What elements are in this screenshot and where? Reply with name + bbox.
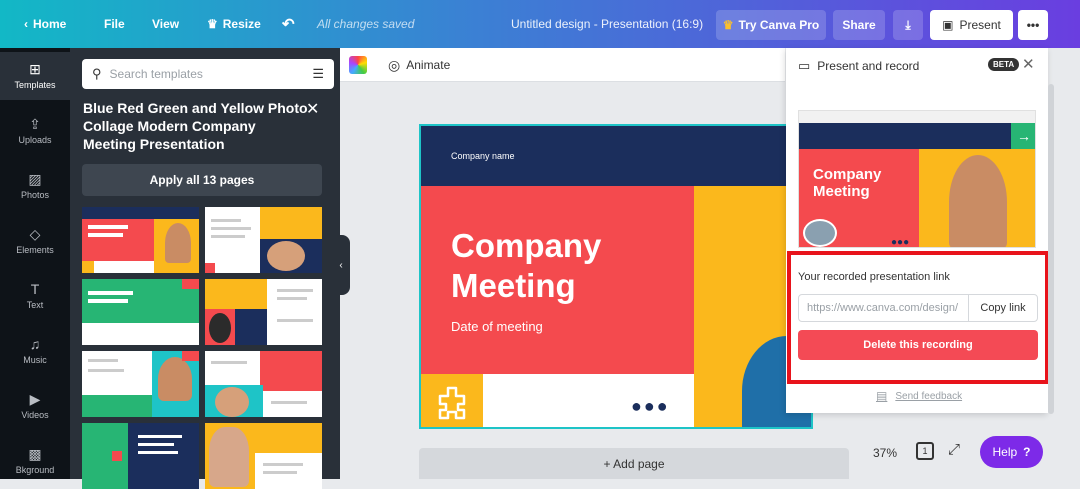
download-icon: ⤓ xyxy=(905,17,911,32)
elements-icon: ◇ xyxy=(29,226,41,242)
puzzle-icon xyxy=(438,386,466,420)
document-title[interactable]: Untitled design - Presentation (16:9) xyxy=(511,0,703,48)
search-input[interactable] xyxy=(109,67,305,81)
background-icon: ▩ xyxy=(28,446,42,462)
template-thumbnail[interactable] xyxy=(205,279,322,345)
delete-recording-button[interactable]: Delete this recording xyxy=(798,330,1038,360)
collapse-panel-button[interactable]: ‹ xyxy=(332,235,350,295)
music-icon: ♫ xyxy=(29,336,41,352)
upload-icon: ⇪ xyxy=(29,116,41,132)
template-thumbnail[interactable] xyxy=(82,423,199,489)
photo-icon: ▨ xyxy=(28,171,42,187)
undo-icon[interactable]: ↶ xyxy=(282,0,295,48)
view-menu[interactable]: View xyxy=(152,0,179,48)
templates-panel: ⚲ ☰ Blue Red Green and Yellow Photo Coll… xyxy=(70,48,340,489)
recording-link-field[interactable] xyxy=(798,294,969,322)
presenter-avatar xyxy=(803,219,837,247)
slide-company-name[interactable]: Company name xyxy=(451,151,515,161)
slide-canvas[interactable]: Company name Company Meeting Date of mee… xyxy=(419,124,813,429)
help-button[interactable]: Help ? xyxy=(980,436,1043,468)
more-options-button[interactable]: ••• xyxy=(1018,10,1048,40)
present-icon: ▣ xyxy=(942,18,954,32)
video-icon: ▶ xyxy=(29,391,41,407)
save-status: All changes saved xyxy=(317,17,415,31)
slide-heading[interactable]: Company Meeting xyxy=(451,226,601,306)
template-title: Blue Red Green and Yellow Photo Collage … xyxy=(83,100,308,152)
recording-preview[interactable]: → Company Meeting ●●● xyxy=(798,110,1036,248)
slide-yellow-tile xyxy=(421,374,483,427)
try-canva-pro-button[interactable]: ♛ Try Canva Pro xyxy=(716,10,826,40)
close-icon[interactable]: ✕ xyxy=(306,99,319,119)
preview-dots: ●●● xyxy=(891,237,910,248)
crown-icon: ♛ xyxy=(722,18,734,32)
recorded-link-label: Your recorded presentation link xyxy=(798,271,950,283)
feedback-icon: ▤ xyxy=(876,389,888,403)
rail-background[interactable]: ▩ Bkground xyxy=(0,437,70,485)
template-thumbnail[interactable] xyxy=(82,207,199,273)
rail-uploads[interactable]: ⇪ Uploads xyxy=(0,107,70,155)
filter-icon[interactable]: ☰ xyxy=(312,66,324,82)
template-thumbnail[interactable] xyxy=(82,351,199,417)
share-button[interactable]: Share xyxy=(833,10,885,40)
text-icon: T xyxy=(30,281,40,297)
rail-videos[interactable]: ▶ Videos xyxy=(0,382,70,430)
search-icon: ⚲ xyxy=(92,66,102,81)
animate-button[interactable]: ◎ Animate xyxy=(388,48,450,82)
template-thumbnail[interactable] xyxy=(205,207,322,273)
templates-icon: ⊞ xyxy=(29,61,41,77)
rail-text[interactable]: T Text xyxy=(0,272,70,320)
beta-badge: BETA xyxy=(988,58,1020,71)
rail-elements[interactable]: ◇ Elements xyxy=(0,217,70,265)
zoom-level[interactable]: 37% xyxy=(873,446,897,460)
rail-music[interactable]: ♫ Music xyxy=(0,327,70,375)
animate-icon: ◎ xyxy=(388,56,401,73)
rail-templates[interactable]: ⊞ Templates xyxy=(0,52,70,100)
editor-toolbar: ◎ Animate xyxy=(340,48,785,82)
scrollbar[interactable] xyxy=(1048,84,1054,414)
sparkle-icon: ♛ xyxy=(207,17,218,31)
template-thumbnail[interactable] xyxy=(82,279,199,345)
download-button[interactable]: ⤓ xyxy=(893,10,923,40)
fullscreen-icon[interactable]: ⤢ xyxy=(948,441,960,458)
chevron-left-icon: ‹ xyxy=(24,17,28,31)
apply-all-pages-button[interactable]: Apply all 13 pages xyxy=(82,164,322,196)
add-page-button[interactable]: + Add page xyxy=(419,448,849,479)
close-icon[interactable]: ✕ xyxy=(1022,55,1035,73)
recording-link-card: Your recorded presentation link Copy lin… xyxy=(790,248,1046,388)
template-thumbnail[interactable] xyxy=(205,423,322,489)
preview-heading: Company Meeting xyxy=(813,166,882,200)
side-rail: ⊞ Templates ⇪ Uploads ▨ Photos ◇ Element… xyxy=(0,48,70,479)
send-feedback-link[interactable]: ▤ Send feedback xyxy=(876,389,962,403)
color-picker-icon[interactable] xyxy=(349,56,367,74)
top-bar: ‹ Home File View ♛ Resize ↶ All changes … xyxy=(0,0,1080,48)
home-button[interactable]: ‹ Home xyxy=(24,0,66,48)
rail-photos[interactable]: ▨ Photos xyxy=(0,162,70,210)
file-menu[interactable]: File xyxy=(104,0,125,48)
slide-dots: ●●● xyxy=(631,396,670,416)
chevron-left-icon: ‹ xyxy=(339,259,343,271)
search-box[interactable]: ⚲ ☰ xyxy=(82,59,334,89)
copy-link-button[interactable]: Copy link xyxy=(968,294,1038,322)
present-record-panel: ▭ Present and record BETA ✕ → Company Me… xyxy=(786,48,1048,413)
arrow-right-icon: → xyxy=(1011,123,1035,149)
page-indicator[interactable]: 1 xyxy=(916,442,934,460)
template-thumbnail[interactable] xyxy=(205,351,322,417)
record-icon: ▭ xyxy=(798,58,811,73)
slide-date[interactable]: Date of meeting xyxy=(451,319,543,334)
resize-button[interactable]: ♛ Resize xyxy=(207,0,261,48)
question-icon: ? xyxy=(1023,445,1031,459)
present-button[interactable]: ▣ Present xyxy=(930,10,1013,40)
